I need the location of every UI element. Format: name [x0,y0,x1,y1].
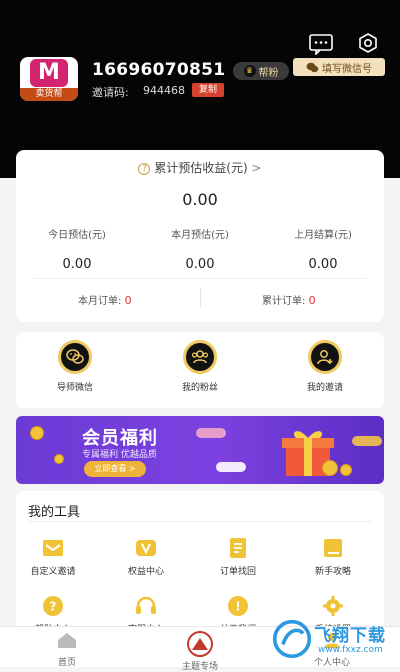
wechat-icon [58,340,92,374]
watermark-logo-icon [272,619,312,659]
earnings-card: ? 累计预估收益(元) > 0.00 今日预估(元) 0.00 本月预估(元) … [16,150,384,322]
copy-button[interactable]: 复制 [192,83,224,97]
chevron-right-icon: > [251,161,262,175]
coin-decoration [54,454,64,464]
watermark-url: www.fxxz.com [318,645,383,655]
info-icon: ! [226,595,250,617]
document-icon [226,537,250,559]
lozenge-decoration [352,436,382,446]
divider [200,288,201,308]
month-orders-label: 本月订单: [78,296,122,307]
tab-theme[interactable]: 主题专场 [160,631,240,672]
settings-icon [321,595,345,617]
watermark-text: 飞翔下载 [314,626,386,646]
banner-subtitle: 专属福利 优越品质 [82,450,157,460]
lozenge-decoration [216,462,246,472]
home-icon [58,633,76,648]
tool-rights-center[interactable]: 权益中心 [106,537,186,577]
action-mentor-wechat[interactable]: 导师微信 [40,340,110,393]
action-label: 我的邀请 [306,383,343,393]
tool-label: 权益中心 [127,567,164,577]
fans-icon [183,340,217,374]
settings-icon[interactable] [355,32,381,54]
banner-view-button[interactable]: 立即查看 > [84,461,146,477]
svg-text:!: ! [235,600,240,614]
avatar[interactable]: M 卖货帮 [20,57,78,101]
stat-label: 上月结算(元) [294,230,352,241]
tab-label: 主题专场 [181,662,218,672]
watermark: 飞翔下载 www.fxxz.com [270,615,398,667]
quick-actions-card: 导师微信 我的粉丝 我的邀请 [16,332,384,408]
crown-icon: ♛ [243,65,256,77]
action-my-fans[interactable]: 我的粉丝 [165,340,235,393]
stat-today: 今日预估(元) 0.00 [22,226,132,272]
avatar-brand-text: 卖货帮 [20,88,78,101]
stat-value: 0.00 [62,257,92,272]
svg-text:?: ? [50,600,57,614]
invite-code-value: 944468 [143,84,185,97]
tool-beginner-guide[interactable]: 新手攻略 [293,537,373,577]
divider [34,278,366,279]
divider [28,521,372,522]
coin-decoration [322,460,338,476]
stat-month: 本月预估(元) 0.00 [145,226,255,272]
tool-order-recovery[interactable]: 订单找回 [198,537,278,577]
help-badge-label: 帮粉 [258,67,279,79]
month-orders-value: 0 [124,294,132,307]
stat-last-month: 上月结算(元) 0.00 [268,226,378,272]
member-benefits-banner[interactable]: 会员福利 专属福利 优越品质 立即查看 > [16,416,384,484]
coin-decoration [340,464,352,476]
theme-icon [187,631,213,657]
total-orders[interactable]: 累计订单: 0 [262,292,316,307]
tool-label: 自定义邀请 [30,567,76,577]
fill-wechat-label: 填写微信号 [322,63,372,75]
tab-label: 首页 [57,658,76,668]
total-orders-label: 累计订单: [262,296,306,307]
coin-decoration [30,426,44,440]
wechat-icon [306,62,319,72]
message-icon[interactable] [308,33,334,56]
stat-value: 0.00 [185,257,215,272]
total-orders-value: 0 [308,294,316,307]
month-orders[interactable]: 本月订单: 0 [78,292,132,307]
question-icon: ? [138,162,151,175]
stat-value: 0.00 [308,257,338,272]
envelope-icon [41,537,65,559]
headset-icon [134,595,158,617]
help-badge[interactable]: ♛ 帮粉 [233,62,289,80]
tool-label: 新手攻略 [314,567,351,577]
tab-home[interactable]: 首页 [27,631,107,668]
tool-custom-invite[interactable]: 自定义邀请 [13,537,93,577]
tools-title: 我的工具 [28,505,81,520]
lozenge-decoration [196,428,226,438]
stat-label: 今日预估(元) [48,230,106,241]
invite-user-icon [308,340,342,374]
action-label: 导师微信 [56,383,93,393]
tool-label: 订单找回 [219,567,256,577]
invite-code-label: 邀请码: [92,86,129,99]
user-phone: 16696070851 [92,60,226,80]
earnings-title: 累计预估收益(元) [154,161,248,175]
fill-wechat-button[interactable]: 填写微信号 [293,58,385,76]
action-label: 我的粉丝 [181,383,218,393]
book-icon [321,537,345,559]
earnings-total: 0.00 [182,190,218,209]
earnings-title-row[interactable]: ? 累计预估收益(元) > [16,159,384,176]
action-my-invites[interactable]: 我的邀请 [290,340,360,393]
stat-label: 本月预估(元) [171,230,229,241]
avatar-logo: M [30,59,68,87]
vip-icon [134,537,158,559]
help-icon: ? [41,595,65,617]
